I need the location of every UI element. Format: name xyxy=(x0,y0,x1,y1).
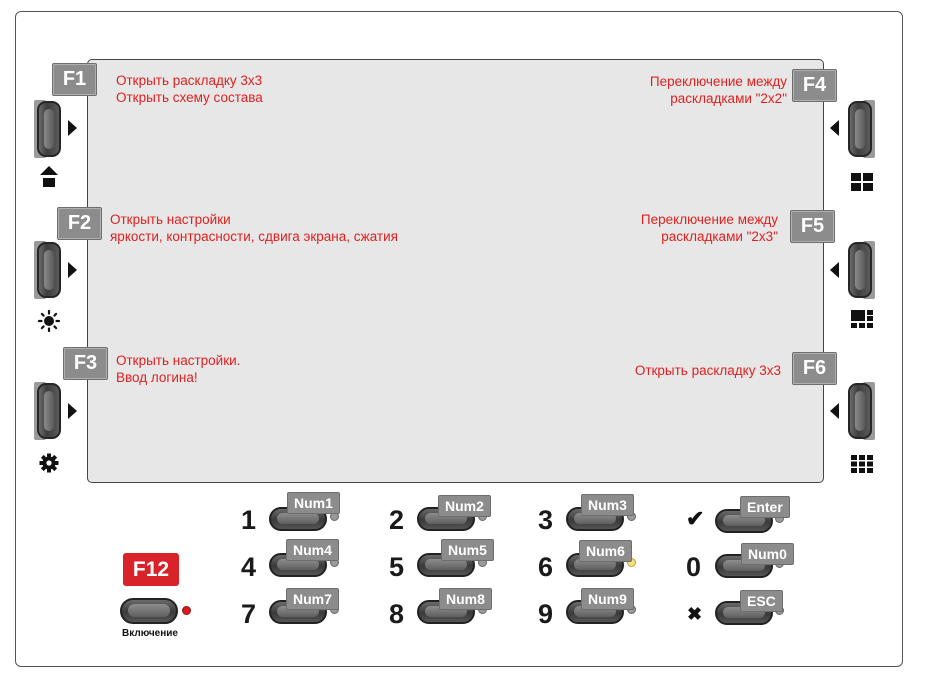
num2-tag: Num2 xyxy=(438,495,491,517)
f2-line-2: яркости, контрасности, сдвига экрана, сж… xyxy=(110,229,398,244)
digit-1-label: 1 xyxy=(241,505,257,535)
f1-side-button[interactable] xyxy=(37,101,61,157)
f6-line-1: Открыть раскладку 3x3 xyxy=(634,363,781,378)
display-screen xyxy=(87,59,824,483)
f1-key-badge: F1 xyxy=(52,63,97,96)
num7-tag: Num7 xyxy=(286,588,339,610)
f5-description: Переключение между раскладками "2x3" xyxy=(641,211,778,245)
digit-4-label: 4 xyxy=(241,552,257,582)
arrow-left-icon xyxy=(830,120,839,136)
num6-tag: Num6 xyxy=(579,540,632,562)
f2-side-button[interactable] xyxy=(37,242,61,298)
f4-description: Переключение между раскладками "2x2" xyxy=(650,73,787,107)
arrow-left-icon xyxy=(830,403,839,419)
power-label: Включение xyxy=(122,628,178,639)
f4-key-badge: F4 xyxy=(792,69,837,102)
digit-0-label: 0 xyxy=(686,552,702,582)
arrow-left-icon xyxy=(830,262,839,278)
f2-key-badge: F2 xyxy=(57,207,102,240)
power-button[interactable] xyxy=(120,598,178,624)
f2-description: Открыть настройки яркости, контрасности,… xyxy=(110,211,398,245)
enter-tag: Enter xyxy=(740,496,790,518)
num4-tag: Num4 xyxy=(286,539,339,561)
f3-line-1: Открыть настройки. xyxy=(116,353,241,368)
f4-line-1: Переключение между xyxy=(649,74,787,89)
cross-icon: ✖ xyxy=(687,604,703,624)
settings-gear-icon xyxy=(39,453,59,473)
f3-side-button[interactable] xyxy=(37,383,61,439)
f5-key-badge: F5 xyxy=(790,210,835,243)
f6-side-button[interactable] xyxy=(848,383,872,439)
digit-5-label: 5 xyxy=(389,552,405,582)
arrow-right-icon xyxy=(68,403,77,419)
f5-side-button[interactable] xyxy=(848,242,872,298)
f3-line-2: Ввод логина! xyxy=(116,370,198,385)
grid-2x2-icon xyxy=(851,173,873,191)
arrow-right-icon xyxy=(68,120,77,136)
digit-6-label: 6 xyxy=(538,552,554,582)
f12-key-badge: F12 xyxy=(123,553,179,586)
f5-line-1: Переключение между xyxy=(640,212,778,227)
f2-line-1: Открыть настройки xyxy=(110,212,231,227)
num5-tag: Num5 xyxy=(441,539,494,561)
num8-tag: Num8 xyxy=(439,588,492,610)
power-led xyxy=(182,606,191,615)
arrow-right-icon xyxy=(68,262,77,278)
digit-2-label: 2 xyxy=(389,505,405,535)
num1-tag: Num1 xyxy=(287,492,340,514)
num0-tag: Num0 xyxy=(741,543,794,565)
f4-line-2: раскладками "2x2" xyxy=(670,91,787,106)
f6-description: Открыть раскладку 3x3 xyxy=(635,362,781,379)
home-icon xyxy=(40,166,58,187)
digit-7-label: 7 xyxy=(241,599,257,629)
digit-9-label: 9 xyxy=(538,599,554,629)
digit-3-label: 3 xyxy=(538,505,554,535)
check-icon: ✔ xyxy=(686,506,705,531)
num3-tag: Num3 xyxy=(581,494,634,516)
f6-key-badge: F6 xyxy=(792,352,837,385)
brightness-icon xyxy=(38,310,60,332)
esc-tag: ESC xyxy=(740,590,783,612)
f1-description: Открыть раскладку 3x3 Открыть схему сост… xyxy=(116,72,263,106)
digit-8-label: 8 xyxy=(389,599,405,629)
f3-key-badge: F3 xyxy=(63,347,108,380)
grid-3x3-icon xyxy=(851,455,873,473)
num9-tag: Num9 xyxy=(581,588,634,610)
grid-2x3-icon xyxy=(851,310,873,328)
f5-line-2: раскладками "2x3" xyxy=(661,229,778,244)
f1-line-1: Открыть раскладку 3x3 xyxy=(116,73,263,88)
f1-line-2: Открыть схему состава xyxy=(116,90,263,105)
f4-side-button[interactable] xyxy=(848,101,872,157)
f3-description: Открыть настройки. Ввод логина! xyxy=(116,352,240,386)
